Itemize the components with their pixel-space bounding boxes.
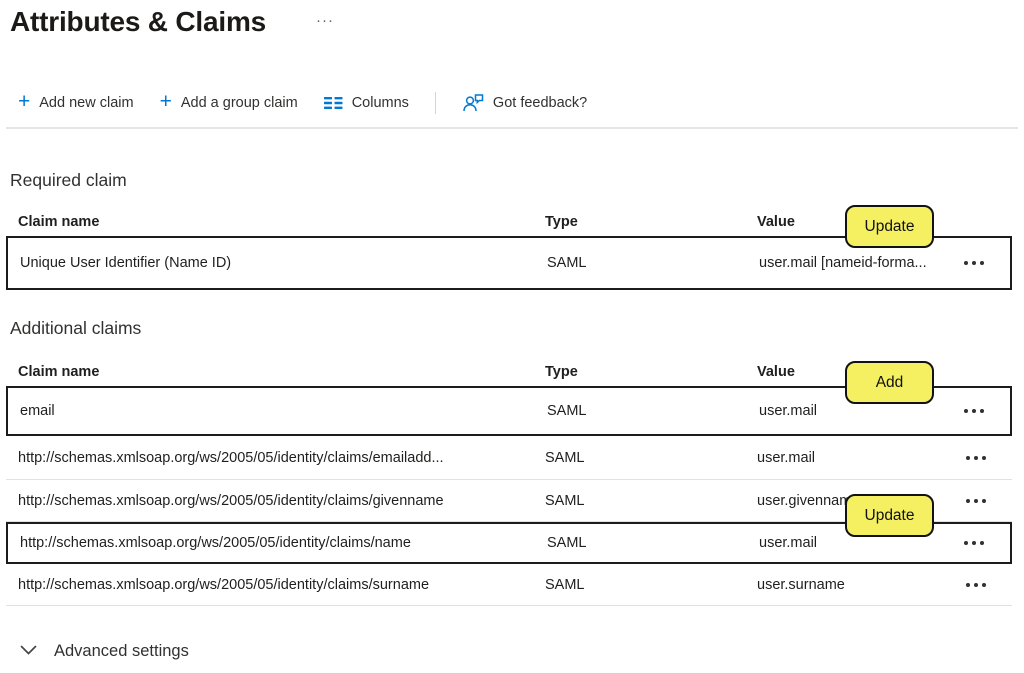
got-feedback-label: Got feedback?: [493, 95, 587, 111]
row-menu-button[interactable]: [955, 409, 1010, 413]
callout-update-required-claim: Update: [845, 205, 934, 248]
claim-value-cell: user.mail: [757, 450, 953, 466]
row-menu-button[interactable]: [953, 456, 1012, 460]
claim-name-cell: http://schemas.xmlsoap.org/ws/2005/05/id…: [18, 493, 545, 509]
claim-name-cell: email: [20, 403, 547, 419]
columns-label: Columns: [352, 95, 409, 111]
row-menu-button[interactable]: [953, 499, 1012, 503]
add-group-claim-button[interactable]: + Add a group claim: [160, 95, 298, 112]
additional-claims-heading: Additional claims: [10, 318, 141, 339]
feedback-icon: [462, 93, 484, 113]
row-menu-button[interactable]: [955, 261, 1010, 265]
claim-name-cell: http://schemas.xmlsoap.org/ws/2005/05/id…: [18, 450, 545, 466]
claim-type-cell: SAML: [545, 450, 757, 466]
plus-icon: +: [18, 92, 30, 112]
claim-type-cell: SAML: [547, 535, 759, 551]
more-options-icon: [966, 583, 986, 587]
page-title: Attributes & Claims: [10, 6, 266, 38]
more-options-icon: [966, 499, 986, 503]
column-header-type: Type: [545, 214, 757, 230]
got-feedback-button[interactable]: Got feedback?: [462, 93, 587, 113]
claim-type-cell: SAML: [547, 255, 759, 271]
claim-type-cell: SAML: [545, 577, 757, 593]
chevron-down-icon: [20, 643, 37, 661]
claim-type-cell: SAML: [547, 403, 759, 419]
table-row-emailaddress[interactable]: http://schemas.xmlsoap.org/ws/2005/05/id…: [6, 436, 1012, 480]
add-new-claim-label: Add new claim: [39, 95, 133, 111]
columns-button[interactable]: Columns: [324, 95, 409, 111]
add-new-claim-button[interactable]: + Add new claim: [18, 95, 134, 112]
claim-name-cell: http://schemas.xmlsoap.org/ws/2005/05/id…: [18, 577, 545, 593]
required-claim-heading: Required claim: [10, 170, 127, 191]
callout-update-name-claim: Update: [845, 494, 934, 537]
command-bar: + Add new claim + Add a group claim: [18, 88, 587, 118]
column-header-type: Type: [545, 364, 757, 380]
more-options-icon: [964, 409, 984, 413]
column-header-claim-name: Claim name: [18, 214, 545, 230]
claim-value-cell: user.mail: [759, 535, 955, 551]
claim-value-cell: user.mail: [759, 403, 955, 419]
callout-add-claim: Add: [845, 361, 934, 404]
claim-name-cell: Unique User Identifier (Name ID): [20, 255, 547, 271]
more-options-icon: [964, 541, 984, 545]
row-menu-button[interactable]: [955, 541, 1010, 545]
advanced-settings-toggle[interactable]: Advanced settings: [20, 642, 189, 661]
more-options-icon: [964, 261, 984, 265]
claim-name-cell: http://schemas.xmlsoap.org/ws/2005/05/id…: [20, 535, 547, 551]
attributes-claims-page: Attributes & Claims ··· + Add new claim …: [0, 0, 1024, 673]
claim-value-cell: user.mail [nameid-forma...: [759, 255, 955, 271]
page-more-options-icon[interactable]: ···: [316, 12, 334, 29]
column-header-claim-name: Claim name: [18, 364, 545, 380]
toolbar-divider: [435, 92, 436, 114]
add-group-claim-label: Add a group claim: [181, 95, 298, 111]
advanced-settings-label: Advanced settings: [54, 642, 189, 661]
columns-icon: [324, 96, 343, 110]
plus-icon: +: [160, 92, 172, 112]
row-menu-button[interactable]: [953, 583, 1012, 587]
claim-type-cell: SAML: [545, 493, 757, 509]
more-options-icon: [966, 456, 986, 460]
claim-value-cell: user.surname: [757, 577, 953, 593]
table-row-surname[interactable]: http://schemas.xmlsoap.org/ws/2005/05/id…: [6, 564, 1012, 606]
toolbar-separator: [6, 127, 1018, 129]
